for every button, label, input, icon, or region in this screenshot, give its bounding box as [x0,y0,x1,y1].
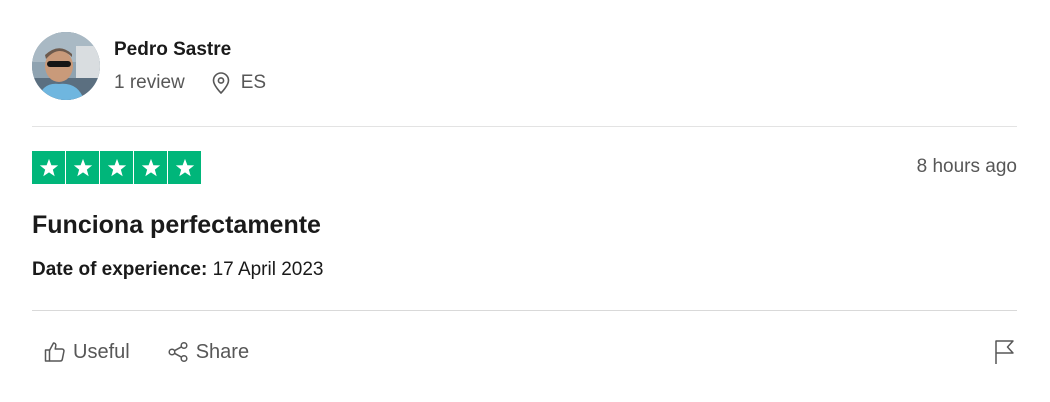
star-icon [141,158,160,176]
share-button[interactable]: Share [166,339,249,365]
rating-star [134,151,167,184]
flag-icon [995,340,1014,364]
location-pin-icon [212,71,230,94]
star-icon [73,158,92,176]
consumer-location: ES [211,72,266,94]
flag-button[interactable] [993,339,1017,368]
header-divider [32,126,1017,127]
rating-star [100,151,133,184]
consumer-meta: 1 review ES [114,72,266,94]
useful-button[interactable]: Useful [43,339,130,365]
share-icon [168,341,188,363]
review-timestamp: 8 hours ago [916,156,1017,177]
experience-label: Date of experience: [32,259,208,280]
date-of-experience: Date of experience: 17 April 2023 [32,258,324,282]
star-icon [175,158,194,176]
review-actions: Useful Share [43,339,249,365]
rating-star [66,151,99,184]
consumer-info: Pedro Sastre 1 review ES [114,39,266,94]
review-card: Pedro Sastre 1 review ES 8 hours ago Fun… [0,0,1050,402]
experience-date: 17 April 2023 [212,259,324,280]
consumer-name[interactable]: Pedro Sastre [114,39,266,61]
thumbs-up-icon [44,342,65,362]
star-icon [39,158,58,176]
rating-star [168,151,201,184]
star-rating [32,151,201,184]
review-title[interactable]: Funciona perfectamente [32,210,321,240]
star-icon [107,158,126,176]
useful-label: Useful [73,341,130,363]
rating-star [32,151,65,184]
country-code: ES [240,71,267,93]
consumer-header: Pedro Sastre 1 review ES [32,31,266,101]
footer-divider [32,310,1017,311]
avatar-image [32,32,100,100]
share-label: Share [195,341,250,363]
review-count: 1 review [114,71,185,93]
avatar[interactable] [32,32,100,100]
